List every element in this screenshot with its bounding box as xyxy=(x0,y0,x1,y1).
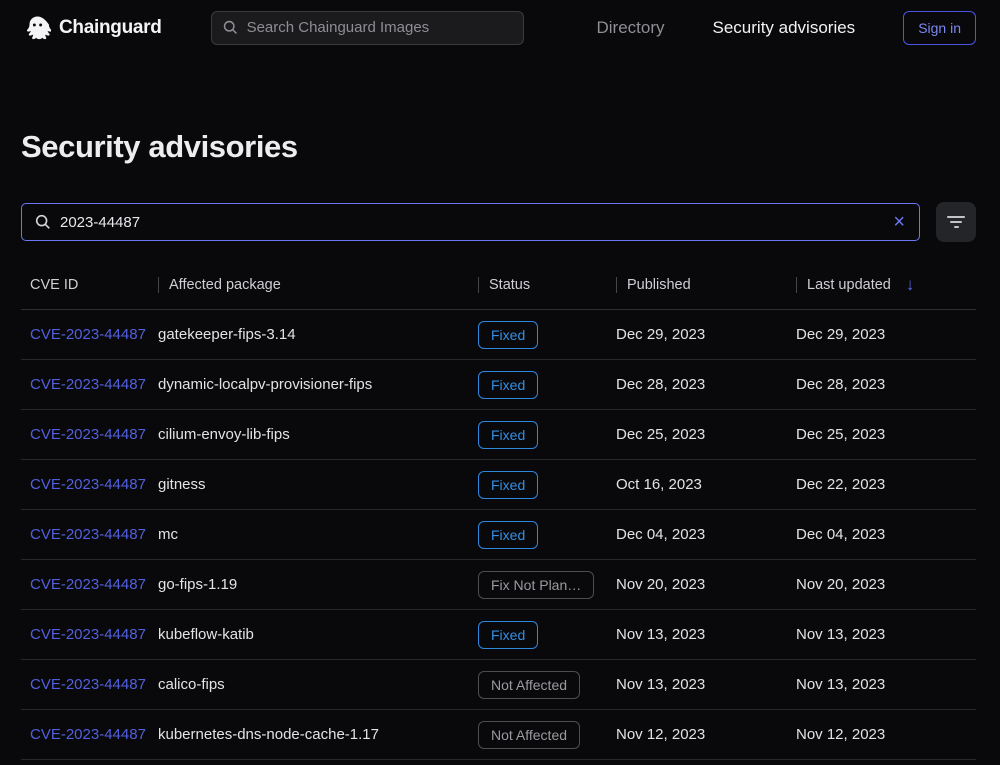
global-search xyxy=(211,11,524,45)
table-row: CVE-2023-44487 dynamic-localpv-provision… xyxy=(21,360,976,410)
last-updated-date: Dec 25, 2023 xyxy=(796,426,885,443)
nav-links: Directory Security advisories xyxy=(597,18,856,38)
nav-link-directory[interactable]: Directory xyxy=(597,18,665,38)
advisory-search-row: × xyxy=(21,202,976,242)
search-icon xyxy=(222,19,239,36)
column-separator xyxy=(158,277,159,293)
cve-link[interactable]: CVE-2023-44487 xyxy=(30,576,146,593)
column-separator xyxy=(616,277,617,293)
table-row: CVE-2023-44487 kubeflow-katib Fixed Nov … xyxy=(21,610,976,660)
package-name: cilium-envoy-lib-fips xyxy=(158,426,290,443)
status-badge: Fixed xyxy=(478,421,538,449)
last-updated-date: Dec 04, 2023 xyxy=(796,526,885,543)
column-separator xyxy=(478,277,479,293)
last-updated-date: Dec 29, 2023 xyxy=(796,326,885,343)
published-date: Dec 28, 2023 xyxy=(616,376,705,393)
search-icon xyxy=(34,213,52,231)
status-badge: Fixed xyxy=(478,621,538,649)
package-name: kubeflow-katib xyxy=(158,626,254,643)
cve-link[interactable]: CVE-2023-44487 xyxy=(30,426,146,443)
last-updated-date: Nov 13, 2023 xyxy=(796,626,885,643)
cve-link[interactable]: CVE-2023-44487 xyxy=(30,676,146,693)
package-name: dynamic-localpv-provisioner-fips xyxy=(158,376,372,393)
column-header-status[interactable]: Status xyxy=(478,277,616,293)
filter-icon xyxy=(947,216,965,228)
published-date: Nov 13, 2023 xyxy=(616,676,705,693)
table-row: CVE-2023-44487 gatekeeper-fips-3.14 Fixe… xyxy=(21,310,976,360)
cve-link[interactable]: CVE-2023-44487 xyxy=(30,526,146,543)
last-updated-date: Nov 20, 2023 xyxy=(796,576,885,593)
published-date: Nov 12, 2023 xyxy=(616,726,705,743)
column-header-affected-package[interactable]: Affected package xyxy=(158,277,478,293)
status-badge: Fixed xyxy=(478,321,538,349)
chainguard-logo[interactable]: Chainguard xyxy=(24,14,162,41)
cve-link[interactable]: CVE-2023-44487 xyxy=(30,476,146,493)
octopus-logo-icon xyxy=(24,14,51,41)
table-row: CVE-2023-44487 mc Fixed Dec 04, 2023 Dec… xyxy=(21,510,976,560)
status-badge: Fixed xyxy=(478,471,538,499)
package-name: mc xyxy=(158,526,178,543)
status-badge: Fixed xyxy=(478,371,538,399)
package-name: gitness xyxy=(158,476,206,493)
last-updated-date: Dec 28, 2023 xyxy=(796,376,885,393)
status-badge: Fixed xyxy=(478,521,538,549)
table-row: CVE-2023-44487 go-fips-1.19 Fix Not Plan… xyxy=(21,560,976,610)
package-name: gatekeeper-fips-3.14 xyxy=(158,326,296,343)
top-navbar: Chainguard Directory Security advisories… xyxy=(0,0,1000,55)
published-date: Dec 04, 2023 xyxy=(616,526,705,543)
cve-link[interactable]: CVE-2023-44487 xyxy=(30,376,146,393)
published-date: Nov 13, 2023 xyxy=(616,626,705,643)
published-date: Dec 29, 2023 xyxy=(616,326,705,343)
column-header-published[interactable]: Published xyxy=(616,277,796,293)
table-row: CVE-2023-44487 cilium-envoy-lib-fips Fix… xyxy=(21,410,976,460)
published-date: Oct 16, 2023 xyxy=(616,476,702,493)
filter-button[interactable] xyxy=(936,202,976,242)
package-name: kubernetes-dns-node-cache-1.17 xyxy=(158,726,379,743)
global-search-input[interactable] xyxy=(247,19,513,36)
table-row: CVE-2023-44487 kubernetes-dns-node-cache… xyxy=(21,710,976,760)
package-name: calico-fips xyxy=(158,676,225,693)
advisory-search-input[interactable] xyxy=(60,214,883,231)
status-badge: Not Affected xyxy=(478,671,580,699)
sort-descending-icon[interactable]: ↓ xyxy=(906,275,915,295)
cve-link[interactable]: CVE-2023-44487 xyxy=(30,726,146,743)
main-content: Security advisories × CVE ID xyxy=(0,129,1000,760)
sign-in-button[interactable]: Sign in xyxy=(903,11,976,45)
clear-search-button[interactable]: × xyxy=(891,212,907,232)
status-badge: Fix Not Plan… xyxy=(478,571,594,599)
package-name: go-fips-1.19 xyxy=(158,576,237,593)
last-updated-date: Nov 12, 2023 xyxy=(796,726,885,743)
advisory-rows: CVE-2023-44487 gatekeeper-fips-3.14 Fixe… xyxy=(21,310,976,760)
last-updated-date: Dec 22, 2023 xyxy=(796,476,885,493)
table-row: CVE-2023-44487 calico-fips Not Affected … xyxy=(21,660,976,710)
cve-link[interactable]: CVE-2023-44487 xyxy=(30,626,146,643)
cve-link[interactable]: CVE-2023-44487 xyxy=(30,326,146,343)
advisories-table: CVE ID Affected package Status Published… xyxy=(21,260,976,760)
advisory-search-box: × xyxy=(21,203,920,241)
published-date: Nov 20, 2023 xyxy=(616,576,705,593)
published-date: Dec 25, 2023 xyxy=(616,426,705,443)
page-title: Security advisories xyxy=(21,129,976,165)
table-row: CVE-2023-44487 gitness Fixed Oct 16, 202… xyxy=(21,460,976,510)
table-header-row: CVE ID Affected package Status Published… xyxy=(21,260,976,310)
column-separator xyxy=(796,277,797,293)
nav-link-security-advisories[interactable]: Security advisories xyxy=(713,18,856,38)
status-badge: Not Affected xyxy=(478,721,580,749)
last-updated-date: Nov 13, 2023 xyxy=(796,676,885,693)
column-header-cve-id[interactable]: CVE ID xyxy=(21,277,158,293)
brand-name: Chainguard xyxy=(59,17,162,39)
column-header-last-updated[interactable]: Last updated ↓ xyxy=(796,275,976,295)
